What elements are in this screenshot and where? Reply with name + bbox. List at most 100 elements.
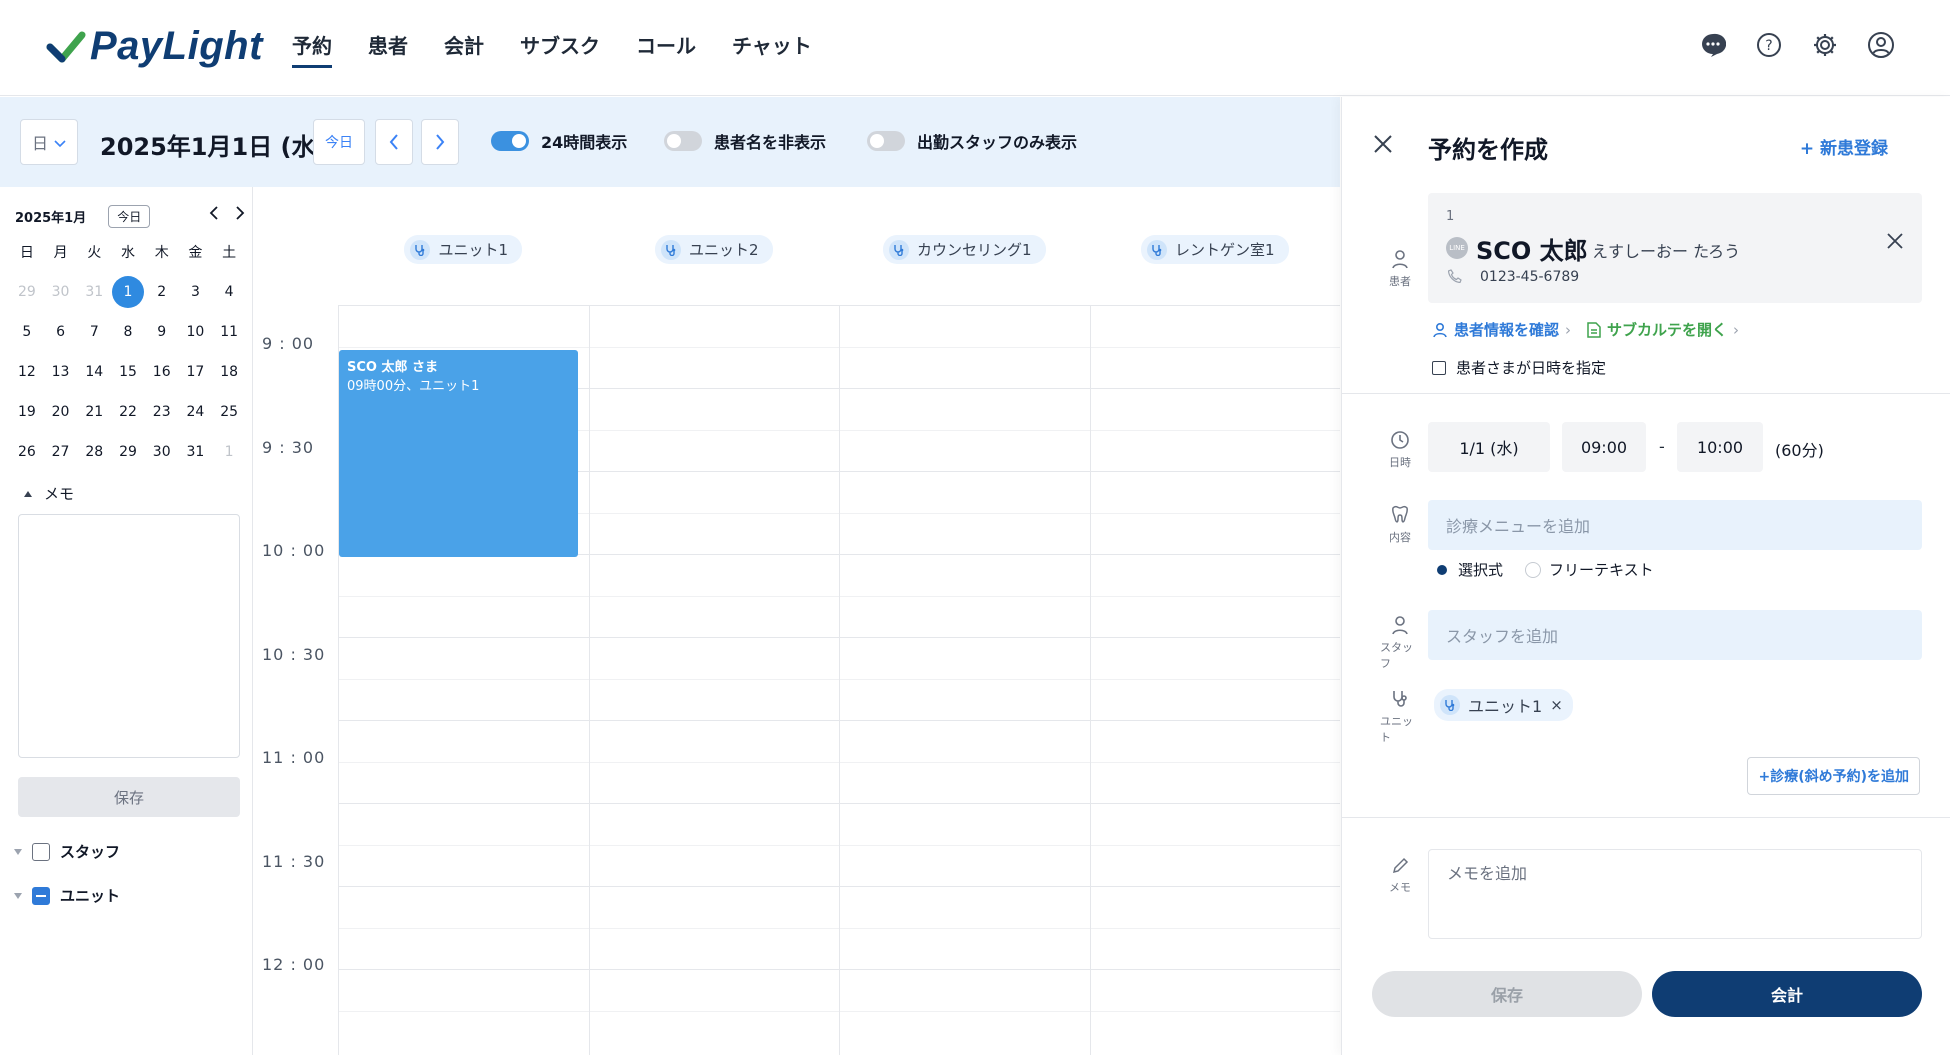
paylight-logo[interactable]: PayLight (46, 24, 263, 69)
mini-calendar-day[interactable]: 1 (212, 439, 246, 465)
sidebar-memo-save-button[interactable]: 保存 (18, 777, 240, 817)
stethoscope-icon (1146, 239, 1167, 260)
mini-calendar-day[interactable]: 31 (179, 439, 213, 465)
patient-field-icon: 患者 (1380, 249, 1420, 289)
unit-chip[interactable]: レントゲン室1 (1140, 235, 1289, 264)
chevron-right-icon[interactable] (235, 205, 245, 225)
mini-calendar-day[interactable]: 8 (111, 319, 145, 345)
mini-calendar-day[interactable]: 12 (10, 359, 44, 385)
mini-calendar-day[interactable]: 3 (179, 279, 213, 305)
memo-section-header[interactable]: メモ (24, 483, 74, 504)
next-day-button[interactable] (421, 119, 459, 165)
mini-calendar-day[interactable]: 30 (44, 279, 78, 305)
start-time-picker[interactable]: 09:00 (1562, 422, 1646, 472)
view-mode-select[interactable]: 日 (20, 119, 78, 165)
toggle-working-staff-switch[interactable] (867, 131, 905, 151)
mini-calendar-day[interactable]: 7 (77, 319, 111, 345)
mini-calendar-day[interactable]: 16 (145, 359, 179, 385)
mini-calendar-day[interactable]: 29 (10, 279, 44, 305)
mini-calendar-day[interactable]: 22 (111, 399, 145, 425)
staff-field-label: スタッフ (1380, 641, 1413, 670)
end-time-picker[interactable]: 10:00 (1677, 422, 1763, 472)
mini-calendar-day[interactable]: 25 (212, 399, 246, 425)
mini-calendar-day[interactable]: 26 (10, 439, 44, 465)
toggle-working-staff[interactable]: 出勤スタッフのみ表示 (867, 129, 1077, 153)
mini-calendar-day[interactable]: 20 (44, 399, 78, 425)
toggle-24h[interactable]: 24時間表示 (491, 129, 627, 153)
mini-calendar-day-selected[interactable]: 1 (111, 276, 145, 308)
mini-calendar-day[interactable]: 4 (212, 279, 246, 305)
save-button[interactable]: 保存 (1372, 971, 1642, 1017)
content-field-label: 内容 (1389, 531, 1411, 544)
gear-icon[interactable] (1810, 30, 1840, 60)
mini-calendar-day[interactable]: 11 (212, 319, 246, 345)
mini-calendar-day[interactable]: 15 (111, 359, 145, 385)
filter-unit-checkbox[interactable] (32, 886, 50, 905)
user-account-icon[interactable] (1866, 30, 1896, 60)
unit-chip[interactable]: カウンセリング1 (882, 235, 1046, 264)
patient-info-link[interactable]: 患者情報を確認 › (1432, 319, 1571, 340)
mini-today-button[interactable]: 今日 (108, 205, 151, 228)
mini-calendar-day[interactable]: 13 (44, 359, 78, 385)
mini-calendar-day[interactable]: 2 (145, 279, 179, 305)
menu-input[interactable]: 診療メニューを追加 (1428, 500, 1922, 550)
mini-calendar-day[interactable]: 23 (145, 399, 179, 425)
radio-selection-mode[interactable]: 選択式 (1434, 559, 1503, 580)
left-sidebar: 2025年1月 今日 日月火水木金土 29 30 31 1 2 3 4 5 6 7 8 9 10 11 12 1… (0, 187, 253, 1055)
remove-unit-icon[interactable]: × (1550, 696, 1563, 714)
staff-input[interactable]: スタッフを追加 (1428, 610, 1922, 660)
toggle-24h-label: 24時間表示 (541, 133, 628, 152)
clear-patient-icon[interactable] (1886, 227, 1904, 257)
checkout-button[interactable]: 会計 (1652, 971, 1922, 1017)
mini-calendar-day[interactable]: 9 (145, 319, 179, 345)
mini-calendar-day[interactable]: 21 (77, 399, 111, 425)
subchart-link[interactable]: サブカルテを開く › (1587, 319, 1739, 340)
toggle-hide-patient-switch[interactable] (664, 131, 702, 151)
prev-day-button[interactable] (375, 119, 413, 165)
unit-chip[interactable]: ユニット1 (404, 235, 523, 264)
help-icon[interactable]: ? (1754, 30, 1784, 60)
sidebar-memo-textarea[interactable] (18, 514, 240, 758)
day-number: 3 (190, 284, 200, 300)
mini-calendar-day[interactable]: 17 (179, 359, 213, 385)
day-number: 15 (119, 364, 137, 380)
mini-calendar-day[interactable]: 10 (179, 319, 213, 345)
date-picker[interactable]: 1/1 (水) (1428, 422, 1550, 472)
chat-bubble-icon[interactable] (1698, 30, 1728, 60)
nav-item-chat[interactable]: チャット (732, 30, 812, 68)
filter-staff-checkbox[interactable] (32, 842, 50, 861)
mini-calendar-day[interactable]: 29 (111, 439, 145, 465)
filter-unit[interactable]: ユニット (14, 885, 120, 906)
reservation-memo-input[interactable]: メモを追加 (1428, 849, 1922, 939)
today-button[interactable]: 今日 (313, 119, 365, 165)
nav-item-subscription[interactable]: サブスク (520, 30, 600, 68)
filter-staff[interactable]: スタッフ (14, 841, 120, 862)
new-patient-link[interactable]: + 新患登録 (1800, 134, 1888, 159)
toggle-hide-patient[interactable]: 患者名を非表示 (664, 129, 826, 153)
mini-calendar-day[interactable]: 19 (10, 399, 44, 425)
day-number: 21 (85, 404, 104, 420)
nav-item-billing[interactable]: 会計 (444, 30, 484, 68)
mini-calendar-day[interactable]: 5 (10, 319, 44, 345)
chevron-left-icon[interactable] (209, 205, 219, 225)
close-icon[interactable] (1372, 132, 1394, 162)
mini-calendar-day[interactable]: 31 (77, 279, 111, 305)
patient-specified-datetime[interactable]: 患者さまが日時を指定 (1432, 357, 1606, 378)
unit-chip[interactable]: ユニット2 (654, 235, 773, 264)
mini-calendar-day[interactable]: 6 (44, 319, 78, 345)
nav-item-reservations[interactable]: 予約 (292, 30, 332, 68)
appointment-block[interactable]: SCO 太郎 さま 09時00分、ユニット1 (339, 350, 578, 557)
mini-calendar-day[interactable]: 24 (179, 399, 213, 425)
mini-calendar-day[interactable]: 14 (77, 359, 111, 385)
nav-item-patients[interactable]: 患者 (368, 30, 408, 68)
toggle-24h-switch[interactable] (491, 131, 529, 151)
add-diagonal-reservation-button[interactable]: +診療(斜め予約)を追加 (1747, 757, 1920, 795)
mini-calendar-day[interactable]: 27 (44, 439, 78, 465)
mini-calendar-day[interactable]: 28 (77, 439, 111, 465)
patient-specified-checkbox[interactable] (1432, 360, 1446, 375)
mini-calendar-day[interactable]: 30 (145, 439, 179, 465)
radio-free-text[interactable]: フリーテキスト (1525, 559, 1654, 580)
mini-calendar-day[interactable]: 18 (212, 359, 246, 385)
nav-item-call[interactable]: コール (636, 30, 696, 68)
current-date-title: 2025年1月1日 (水) (100, 133, 327, 161)
